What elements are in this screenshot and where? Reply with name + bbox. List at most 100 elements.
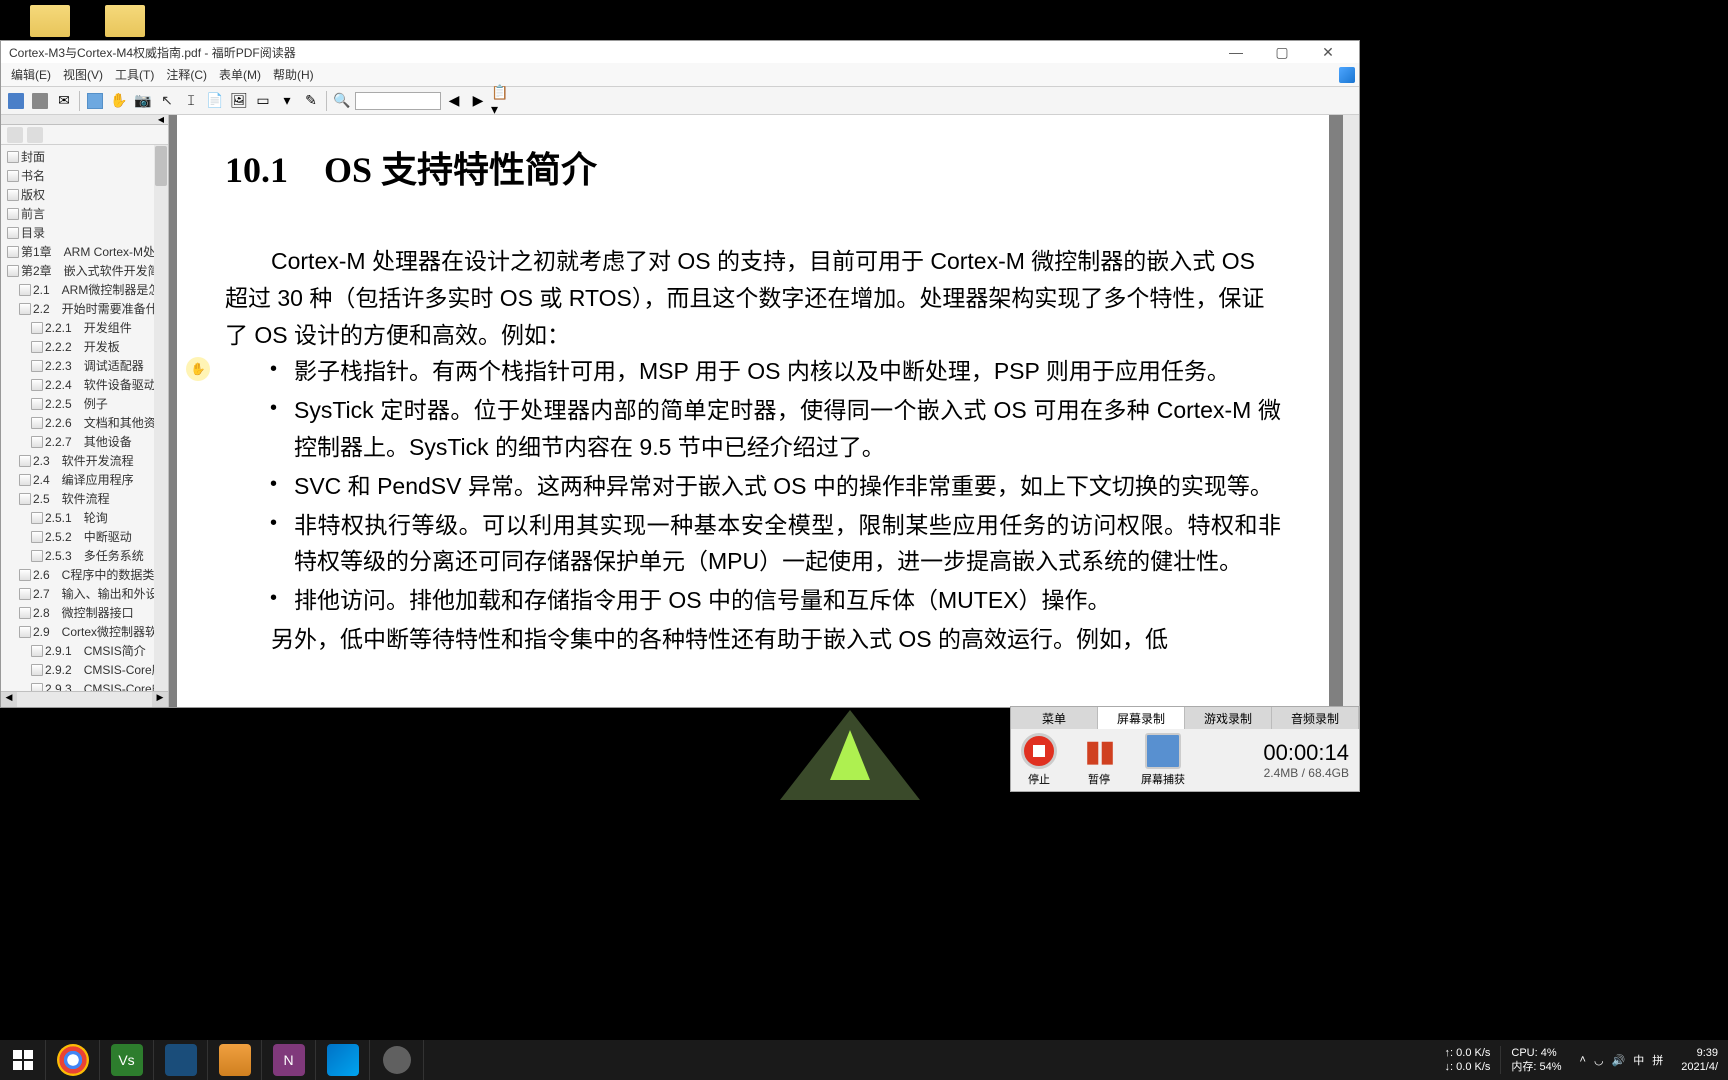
tray-up-icon[interactable]: ˄ bbox=[1580, 1054, 1586, 1066]
recorder-capture-button[interactable]: 屏幕捕获 bbox=[1141, 733, 1185, 787]
start-button[interactable] bbox=[0, 1040, 46, 1080]
sound-icon[interactable]: 🔊 bbox=[1612, 1054, 1626, 1067]
bookmark-item[interactable]: 2.5.2 中断驱动 bbox=[1, 527, 168, 546]
list-item: 非特权执行等级。可以利用其实现一种基本安全模型，限制某些应用任务的访问权限。特权… bbox=[294, 507, 1281, 581]
image-tool-icon[interactable]: 🖼 bbox=[228, 90, 250, 112]
ime-mode[interactable]: 拼 bbox=[1652, 1052, 1663, 1068]
bookmark-item[interactable]: 2.6 C程序中的数据类型 bbox=[1, 565, 168, 584]
bookmark-item[interactable]: 2.5.3 多任务系统 bbox=[1, 546, 168, 565]
dropdown-icon[interactable]: ▾ bbox=[276, 90, 298, 112]
maximize-button[interactable]: ▢ bbox=[1259, 41, 1305, 63]
bookmark-item[interactable]: 2.2.2 开发板 bbox=[1, 337, 168, 356]
bookmark-item[interactable]: 第1章 ARM Cortex-M处理器简介 bbox=[1, 242, 168, 261]
bookmark-icon bbox=[19, 455, 31, 467]
save-icon[interactable] bbox=[5, 90, 27, 112]
recorder-tab-audio[interactable]: 音频录制 bbox=[1272, 707, 1359, 729]
email-icon[interactable]: ✉ bbox=[53, 90, 75, 112]
bookmark-item[interactable]: 2.2.6 文档和其他资源 bbox=[1, 413, 168, 432]
sidebar-vertical-scrollbar[interactable] bbox=[154, 145, 168, 691]
taskbar-app-editor[interactable] bbox=[208, 1040, 262, 1080]
sidebar-toolbar bbox=[1, 125, 168, 145]
sidebar-horizontal-scrollbar[interactable]: ◀▶ bbox=[1, 691, 168, 707]
recorder-tab-game[interactable]: 游戏录制 bbox=[1185, 707, 1272, 729]
bookmark-item[interactable]: 2.3 软件开发流程 bbox=[1, 451, 168, 470]
bookmark-item[interactable]: 2.9.2 CMSIS-Core所做的标准化 bbox=[1, 660, 168, 679]
taskbar-app-vs[interactable]: Vs bbox=[100, 1040, 154, 1080]
bookmark-item[interactable]: 2.2.1 开发组件 bbox=[1, 318, 168, 337]
bookmark-item[interactable]: 2.2.3 调试适配器 bbox=[1, 356, 168, 375]
minimize-button[interactable]: — bbox=[1213, 41, 1259, 63]
taskbar-app-onenote[interactable]: N bbox=[262, 1040, 316, 1080]
find-options-icon[interactable]: 📋▾ bbox=[491, 90, 513, 112]
windows-icon bbox=[13, 1050, 33, 1070]
bookmark-item[interactable]: 封面 bbox=[1, 147, 168, 166]
ime-lang[interactable]: 中 bbox=[1633, 1052, 1644, 1068]
find-icon[interactable]: 🔍 bbox=[331, 90, 353, 112]
expand-all-icon[interactable] bbox=[7, 127, 23, 143]
stamp-icon[interactable]: ▭ bbox=[252, 90, 274, 112]
bookmark-item[interactable]: 2.4 编译应用程序 bbox=[1, 470, 168, 489]
fullscreen-icon[interactable] bbox=[84, 90, 106, 112]
menu-edit[interactable]: 编辑(E) bbox=[5, 64, 57, 85]
menu-view[interactable]: 视图(V) bbox=[57, 64, 109, 85]
bookmark-item[interactable]: 2.7 输入、输出和外设访问 bbox=[1, 584, 168, 603]
network-stats[interactable]: ↑: 0.0 K/s ↓: 0.0 K/s bbox=[1435, 1046, 1501, 1075]
bookmark-settings-icon[interactable] bbox=[27, 127, 43, 143]
bookmark-item[interactable]: 2.2.5 例子 bbox=[1, 394, 168, 413]
bookmark-label: 2.2 开始时需要准备什么 bbox=[33, 300, 168, 317]
menu-tools[interactable]: 工具(T) bbox=[109, 64, 160, 85]
taskbar-app-chrome[interactable] bbox=[46, 1040, 100, 1080]
taskbar-app-edge[interactable] bbox=[370, 1040, 424, 1080]
cpu-mem-stats[interactable]: CPU: 4% 内存: 54% bbox=[1500, 1046, 1571, 1075]
pdf-reader-window: Cortex-M3与Cortex-M4权威指南.pdf - 福昕PDF阅读器 —… bbox=[0, 40, 1360, 708]
snapshot-icon[interactable]: 📷 bbox=[132, 90, 154, 112]
print-icon[interactable] bbox=[29, 90, 51, 112]
bookmark-item[interactable]: 前言 bbox=[1, 204, 168, 223]
bookmark-item[interactable]: 2.9.3 CMSIS-Core的组织结构 bbox=[1, 679, 168, 691]
select-tool-icon[interactable]: ↖ bbox=[156, 90, 178, 112]
taskbar-app-notepad[interactable] bbox=[154, 1040, 208, 1080]
close-button[interactable]: ✕ bbox=[1305, 41, 1351, 63]
hand-tool-icon[interactable]: ✋ bbox=[108, 90, 130, 112]
menu-comments[interactable]: 注释(C) bbox=[160, 64, 213, 85]
sidebar-collapse-handle[interactable]: ◀ bbox=[1, 115, 168, 125]
menu-forms[interactable]: 表单(M) bbox=[213, 64, 267, 85]
titlebar[interactable]: Cortex-M3与Cortex-M4权威指南.pdf - 福昕PDF阅读器 —… bbox=[1, 41, 1359, 63]
recorder-pause-button[interactable]: ▮▮ 暂停 bbox=[1081, 733, 1117, 787]
find-next-icon[interactable]: ▶ bbox=[467, 90, 489, 112]
page-vertical-scrollbar[interactable] bbox=[1343, 115, 1359, 707]
bookmark-item[interactable]: 2.9 Cortex微控制器软件接口标准 bbox=[1, 622, 168, 641]
bookmark-item[interactable]: 2.9.1 CMSIS简介 bbox=[1, 641, 168, 660]
bookmark-item[interactable]: 2.8 微控制器接口 bbox=[1, 603, 168, 622]
taskbar-app-mediaplayer[interactable] bbox=[316, 1040, 370, 1080]
bookmark-item[interactable]: 2.2 开始时需要准备什么 bbox=[1, 299, 168, 318]
highlight-icon[interactable]: ✎ bbox=[300, 90, 322, 112]
bookmark-label: 第1章 ARM Cortex-M处理器简介 bbox=[21, 243, 168, 260]
taskbar-clock[interactable]: 9:39 2021/4/ bbox=[1671, 1046, 1728, 1075]
page-view[interactable]: 10.1 OS 支持特性简介 Cortex-M 处理器在设计之初就考虑了对 OS… bbox=[169, 115, 1359, 707]
recorder-tab-menu[interactable]: 菜单 bbox=[1011, 707, 1098, 729]
bookmark-item[interactable]: 第2章 嵌入式软件开发简介 bbox=[1, 261, 168, 280]
bookmark-item[interactable]: 目录 bbox=[1, 223, 168, 242]
text-select-icon[interactable]: 𝙸 bbox=[180, 90, 202, 112]
bookmark-item[interactable]: 2.1 ARM微控制器是怎样构成的 bbox=[1, 280, 168, 299]
bookmark-icon bbox=[7, 170, 19, 182]
menu-help[interactable]: 帮助(H) bbox=[267, 64, 320, 85]
screen-recorder-widget[interactable]: 菜单 屏幕录制 游戏录制 音频录制 停止 ▮▮ 暂停 屏幕捕获 00:00:14… bbox=[1010, 706, 1360, 792]
annotation-icon[interactable]: 📄 bbox=[204, 90, 226, 112]
bullet-list: 影子栈指针。有两个栈指针可用，MSP 用于 OS 内核以及中断处理，PSP 则用… bbox=[225, 353, 1281, 619]
find-input[interactable] bbox=[355, 92, 441, 110]
recorder-stop-button[interactable]: 停止 bbox=[1021, 733, 1057, 787]
find-prev-icon[interactable]: ◀ bbox=[443, 90, 465, 112]
bookmark-item[interactable]: 版权 bbox=[1, 185, 168, 204]
bookmarks-tree[interactable]: 封面书名版权前言目录第1章 ARM Cortex-M处理器简介第2章 嵌入式软件… bbox=[1, 145, 168, 691]
recorder-tab-screen[interactable]: 屏幕录制 bbox=[1098, 707, 1185, 729]
bookmark-item[interactable]: 2.2.7 其他设备 bbox=[1, 432, 168, 451]
tray-icons[interactable]: ˄ ◡ 🔊 中 拼 bbox=[1572, 1052, 1672, 1068]
paragraph: Cortex-M 处理器在设计之初就考虑了对 OS 的支持，目前可用于 Cort… bbox=[225, 243, 1281, 353]
bookmark-item[interactable]: 2.2.4 软件设备驱动 bbox=[1, 375, 168, 394]
bookmark-item[interactable]: 2.5.1 轮询 bbox=[1, 508, 168, 527]
bookmark-item[interactable]: 2.5 软件流程 bbox=[1, 489, 168, 508]
wifi-icon[interactable]: ◡ bbox=[1594, 1054, 1604, 1067]
bookmark-item[interactable]: 书名 bbox=[1, 166, 168, 185]
